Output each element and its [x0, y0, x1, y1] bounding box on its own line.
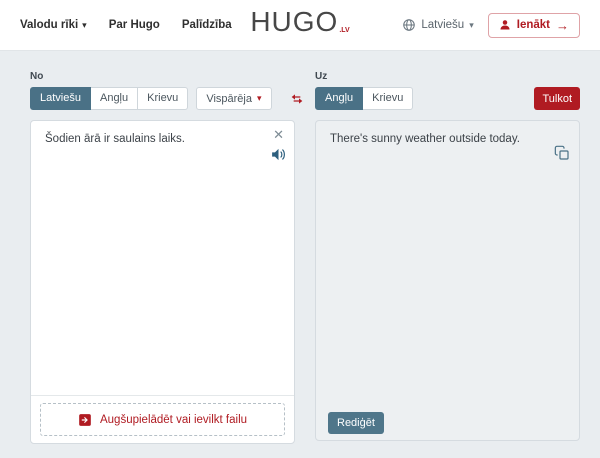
- chevron-down-icon: ▾: [82, 19, 87, 30]
- person-icon: [499, 19, 511, 31]
- domain-selector[interactable]: Vispārēja ▾: [196, 87, 272, 110]
- target-controls: Angļu Krievu Tulkot: [315, 87, 580, 110]
- upload-zone: Augšupielādēt vai ievilkt failu: [31, 395, 294, 443]
- logo-text: HUGO: [250, 6, 339, 37]
- target-language-tabs: Angļu Krievu: [315, 87, 414, 110]
- upload-file-dropzone[interactable]: Augšupielādēt vai ievilkt failu: [40, 403, 285, 436]
- globe-icon: [402, 18, 416, 32]
- tab-target-english[interactable]: Angļu: [315, 87, 364, 110]
- nav-item-label: Par Hugo: [108, 19, 160, 31]
- target-label: Uz: [315, 71, 328, 82]
- tab-target-russian[interactable]: Krievu: [363, 87, 414, 110]
- copy-translation-button[interactable]: [554, 145, 570, 161]
- arrow-right-icon: →: [556, 17, 569, 33]
- header: Valodu rīki ▾ Par Hugo Palīdzība HUGO .L…: [0, 0, 600, 51]
- copy-icon: [554, 145, 570, 161]
- source-panel: Šodien ārā ir saulains laiks. ✕ Augšupie…: [30, 120, 295, 444]
- nav-item-about-hugo[interactable]: Par Hugo: [109, 19, 160, 31]
- tab-source-russian[interactable]: Krievu: [138, 87, 189, 110]
- nav-item-label: Palīdzība: [181, 19, 232, 31]
- nav-item-language-tools[interactable]: Valodu rīki ▾: [20, 19, 87, 31]
- chevron-down-icon: ▾: [256, 93, 262, 103]
- login-label: Ienākt: [516, 19, 550, 31]
- source-text: Šodien ārā ir saulains laiks.: [45, 133, 185, 145]
- main-nav: Valodu rīki ▾ Par Hugo Palīdzība: [20, 19, 232, 31]
- ui-language-selector[interactable]: Latviešu ▾: [402, 18, 474, 32]
- speak-text-button[interactable]: [270, 146, 287, 163]
- upload-file-icon: [78, 413, 92, 427]
- clear-text-button[interactable]: ✕: [273, 128, 284, 141]
- nav-item-label: Valodu rīki: [20, 19, 79, 31]
- translator: No Latviešu Angļu Krievu Vispārēja ▾ Šod…: [0, 51, 600, 444]
- source-language-tabs: Latviešu Angļu Krievu: [30, 87, 189, 110]
- source-label: No: [30, 71, 44, 82]
- swap-languages-button[interactable]: [289, 91, 305, 107]
- translate-button[interactable]: Tulkot: [534, 87, 580, 110]
- domain-label: Vispārēja: [206, 92, 252, 105]
- speaker-icon: [270, 146, 287, 163]
- tab-source-english[interactable]: Angļu: [90, 87, 139, 110]
- logo-suffix: .LV: [339, 26, 350, 34]
- ui-language-label: Latviešu: [421, 19, 465, 31]
- chevron-down-icon: ▾: [469, 19, 474, 30]
- hugo-logo[interactable]: HUGO .LV: [250, 6, 350, 38]
- source-text-area[interactable]: Šodien ārā ir saulains laiks. ✕: [31, 121, 294, 395]
- login-button[interactable]: Ienākt →: [487, 12, 580, 38]
- nav-item-help[interactable]: Palīdzība: [182, 19, 232, 31]
- header-right: Latviešu ▾ Ienākt →: [402, 12, 580, 38]
- close-icon: ✕: [273, 127, 284, 142]
- tab-source-latvian[interactable]: Latviešu: [30, 87, 91, 110]
- source-controls: Latviešu Angļu Krievu Vispārēja ▾: [30, 87, 303, 110]
- translation-panel: There's sunny weather outside today. Red…: [315, 120, 580, 441]
- translation-text: There's sunny weather outside today.: [330, 133, 520, 145]
- swap-languages-icon: [289, 91, 305, 107]
- upload-label: Augšupielādēt vai ievilkt failu: [99, 413, 248, 426]
- source-column: No Latviešu Angļu Krievu Vispārēja ▾ Šod…: [30, 71, 303, 444]
- edit-translation-button[interactable]: Rediģēt: [328, 412, 384, 434]
- target-column: Uz Angļu Krievu Tulkot There's sunny wea…: [315, 71, 580, 444]
